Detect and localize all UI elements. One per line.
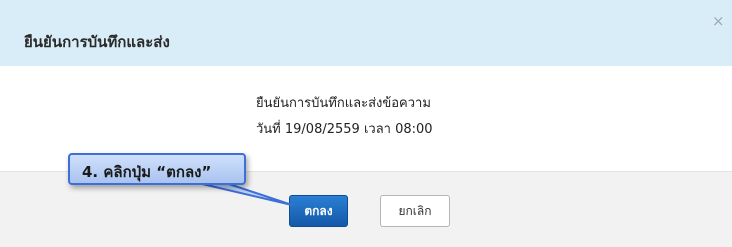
ok-button[interactable]: ตกลง <box>289 195 348 227</box>
date-time-text: วันที่ 19/08/2559 เวลา 08:00 <box>256 122 433 137</box>
close-icon[interactable]: × <box>712 14 725 29</box>
instruction-callout: 4. คลิกปุ่ม “ตกลง” <box>68 153 246 185</box>
cancel-button[interactable]: ยกเลิก <box>380 195 450 227</box>
callout-text: 4. คลิกปุ่ม “ตกลง” <box>82 163 212 181</box>
confirm-message: ยืนยันการบันทึกและส่งข้อความ <box>256 96 431 111</box>
confirm-dialog: ยืนยันการบันทึกและส่ง × ยืนยันการบันทึกแ… <box>0 0 732 247</box>
dialog-header: ยืนยันการบันทึกและส่ง × <box>0 0 732 66</box>
dialog-title: ยืนยันการบันทึกและส่ง <box>24 33 170 51</box>
